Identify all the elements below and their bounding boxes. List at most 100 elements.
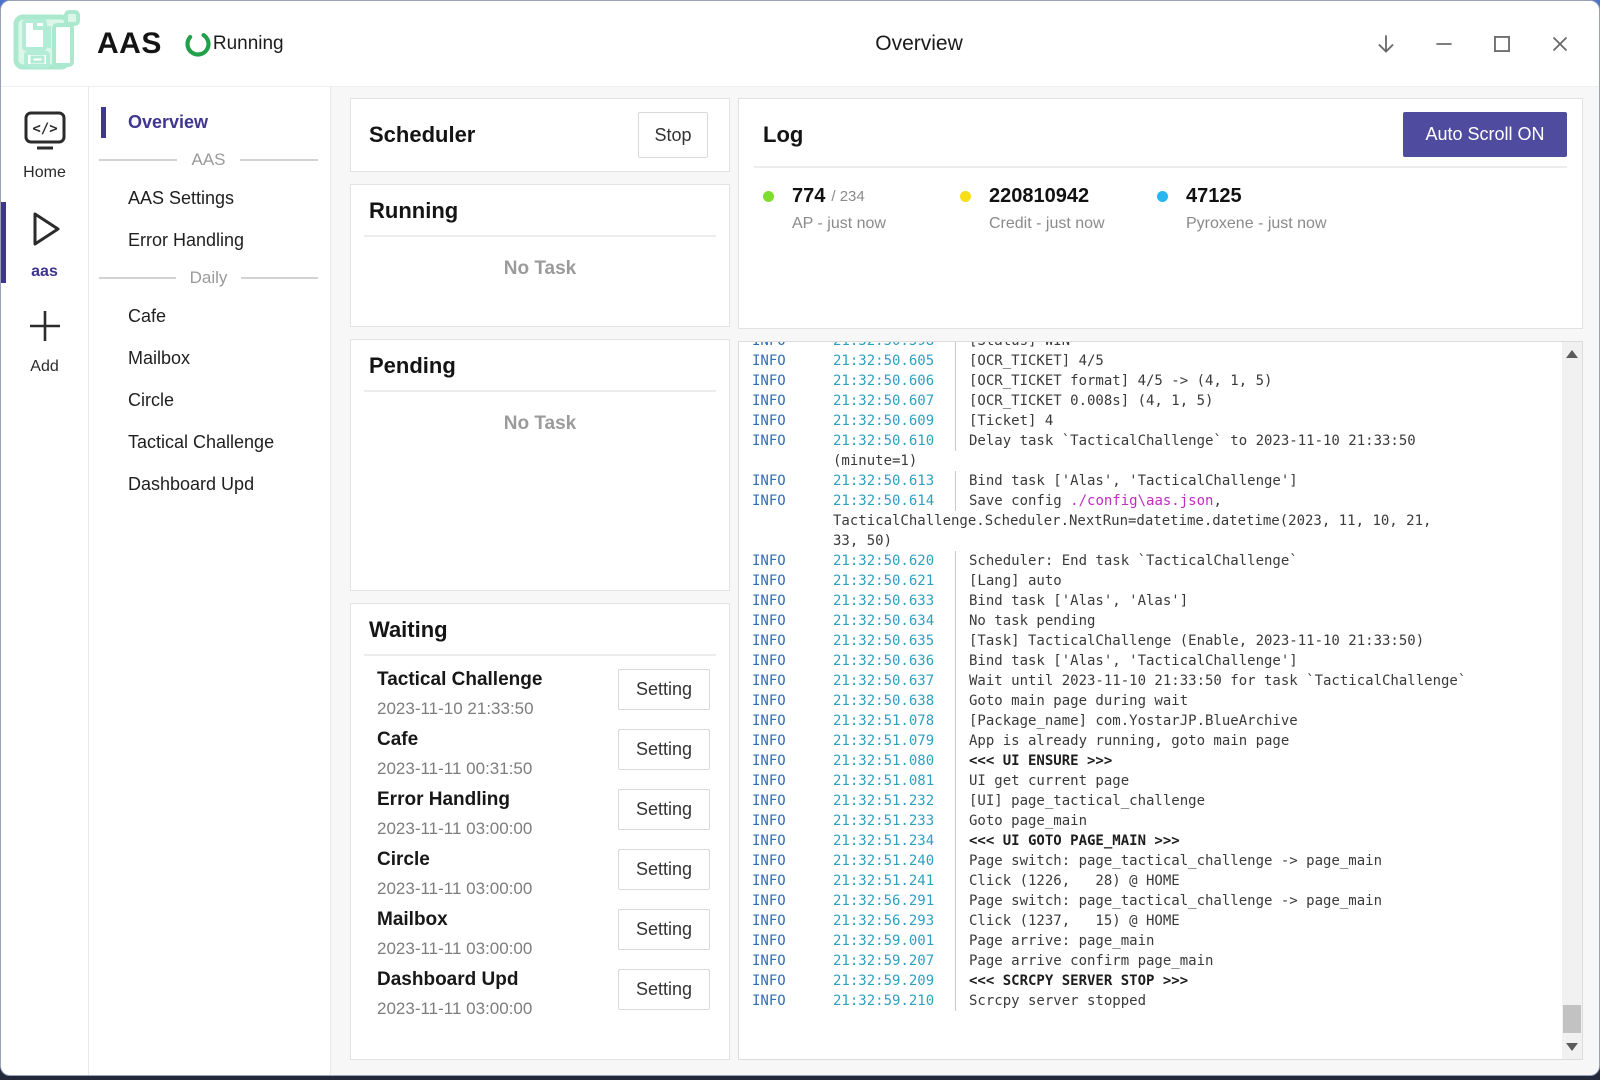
log-message: Page switch: page_tactical_challenge -> … bbox=[955, 851, 1560, 871]
app-window: AAS Running Overview bbox=[0, 0, 1600, 1076]
log-timestamp: 21:32:51.078 bbox=[833, 711, 955, 731]
log-level bbox=[752, 531, 833, 551]
task-setting-button[interactable]: Setting bbox=[618, 969, 710, 1010]
waiting-task-circle: Circle2023-11-11 03:00:00Setting bbox=[377, 849, 710, 899]
log-timestamp: 21:32:50.636 bbox=[833, 651, 955, 671]
divider-line bbox=[99, 277, 176, 279]
log-timestamp: 21:32:50.598 bbox=[833, 341, 955, 351]
pending-title: Pending bbox=[369, 353, 729, 379]
waiting-task-dashboard-upd: Dashboard Upd2023-11-11 03:00:00Setting bbox=[377, 969, 710, 1019]
log-line: INFO21:32:50.633Bind task ['Alas', 'Alas… bbox=[752, 591, 1560, 611]
log-timestamp: 21:32:50.635 bbox=[833, 631, 955, 651]
waiting-task-name: Cafe bbox=[377, 729, 532, 751]
download-arrow-icon[interactable] bbox=[1373, 31, 1399, 57]
waiting-task-error-handling: Error Handling2023-11-11 03:00:00Setting bbox=[377, 789, 710, 839]
running-title: Running bbox=[369, 198, 729, 224]
log-timestamp: 21:32:50.607 bbox=[833, 391, 955, 411]
log-message: <<< UI GOTO PAGE_MAIN >>> bbox=[955, 831, 1560, 851]
task-column: Scheduler Stop Running No Task Pending N… bbox=[350, 98, 730, 1060]
log-level: INFO bbox=[752, 491, 833, 511]
sidebar-item-tactical-challenge[interactable]: Tactical Challenge bbox=[89, 423, 330, 461]
task-setting-button[interactable]: Setting bbox=[618, 909, 710, 950]
sidebar-item-aas-settings[interactable]: AAS Settings bbox=[89, 179, 330, 217]
log-message: <<< SCRCPY SERVER STOP >>> bbox=[955, 971, 1560, 991]
log-level: INFO bbox=[752, 991, 833, 1011]
auto-scroll-toggle-button[interactable]: Auto Scroll ON bbox=[1403, 112, 1567, 157]
minimize-button[interactable] bbox=[1431, 31, 1457, 57]
title-bar: AAS Running Overview bbox=[1, 1, 1599, 87]
log-level bbox=[752, 511, 833, 531]
log-message: Click (1237, 15) @ HOME bbox=[955, 911, 1560, 931]
log-timestamp: 21:32:50.614 bbox=[833, 491, 955, 511]
sidebar-item-mailbox[interactable]: Mailbox bbox=[89, 339, 330, 377]
sidebar-item-cafe[interactable]: Cafe bbox=[89, 297, 330, 335]
nav-label: Home bbox=[23, 164, 66, 182]
running-card: Running No Task bbox=[350, 184, 730, 327]
log-line: INFO21:32:50.606[OCR_TICKET format] 4/5 … bbox=[752, 371, 1560, 391]
log-message: [Ticket] 4 bbox=[955, 411, 1560, 431]
divider bbox=[364, 390, 716, 392]
log-scrollbar[interactable] bbox=[1562, 342, 1582, 1059]
log-column: Log Auto Scroll ON 774/ 234AP - just now… bbox=[738, 98, 1583, 1060]
log-level: INFO bbox=[752, 631, 833, 651]
maximize-button[interactable] bbox=[1489, 31, 1515, 57]
active-indicator-bar bbox=[1, 202, 6, 283]
waiting-task-list: Tactical Challenge2023-11-10 21:33:50Set… bbox=[351, 656, 729, 1019]
log-timestamp: 21:32:50.605 bbox=[833, 351, 955, 371]
sidebar-item-circle[interactable]: Circle bbox=[89, 381, 330, 419]
log-message: Delay task `TacticalChallenge` to 2023-1… bbox=[955, 431, 1560, 451]
log-line: INFO21:32:56.291Page switch: page_tactic… bbox=[752, 891, 1560, 911]
log-message: TacticalChallenge.Scheduler.NextRun=date… bbox=[833, 511, 1560, 531]
stat-dot-icon bbox=[763, 191, 774, 202]
sidebar-section-label: Daily bbox=[190, 268, 228, 288]
close-button[interactable] bbox=[1547, 31, 1573, 57]
log-message: UI get current page bbox=[955, 771, 1560, 791]
waiting-task-next-run: 2023-11-10 21:33:50 bbox=[377, 699, 542, 719]
log-level: INFO bbox=[752, 791, 833, 811]
waiting-task-next-run: 2023-11-11 03:00:00 bbox=[377, 819, 532, 839]
log-timestamp: 21:32:51.232 bbox=[833, 791, 955, 811]
scroll-down-arrow-icon[interactable] bbox=[1566, 1043, 1578, 1051]
nav-item-aas[interactable]: aas bbox=[1, 196, 88, 289]
nav-label: aas bbox=[31, 263, 58, 281]
log-line: INFO21:32:59.207Page arrive confirm page… bbox=[752, 951, 1560, 971]
log-level: INFO bbox=[752, 831, 833, 851]
scrollbar-thumb[interactable] bbox=[1563, 1005, 1581, 1033]
task-setting-button[interactable]: Setting bbox=[618, 729, 710, 770]
divider bbox=[364, 235, 716, 237]
waiting-card: Waiting Tactical Challenge2023-11-10 21:… bbox=[350, 603, 730, 1060]
nav-item-add[interactable]: Add bbox=[1, 295, 88, 384]
waiting-task-mailbox: Mailbox2023-11-11 03:00:00Setting bbox=[377, 909, 710, 959]
log-message: Page switch: page_tactical_challenge -> … bbox=[955, 891, 1560, 911]
sidebar-item-label: Tactical Challenge bbox=[128, 432, 274, 452]
log-card: Log Auto Scroll ON 774/ 234AP - just now… bbox=[738, 98, 1583, 329]
nav-item-home[interactable]: </> Home bbox=[1, 99, 88, 190]
log-level: INFO bbox=[752, 931, 833, 951]
sidebar-item-dashboard-upd[interactable]: Dashboard Upd bbox=[89, 465, 330, 503]
waiting-task-cafe: Cafe2023-11-11 00:31:50Setting bbox=[377, 729, 710, 779]
log-line: INFO21:32:50.621[Lang] auto bbox=[752, 571, 1560, 591]
log-level: INFO bbox=[752, 611, 833, 631]
scheduler-stop-button[interactable]: Stop bbox=[638, 112, 708, 158]
log-lines: INFO21:32:50.598[Status] WININFO21:32:50… bbox=[739, 341, 1560, 1011]
task-setting-button[interactable]: Setting bbox=[618, 669, 710, 710]
log-level: INFO bbox=[752, 951, 833, 971]
stat-top-row: 220810942 bbox=[960, 185, 1157, 208]
log-title: Log bbox=[763, 122, 803, 148]
sidebar-item-label: Circle bbox=[128, 390, 174, 410]
running-spinner-icon bbox=[184, 30, 212, 58]
scroll-up-arrow-icon[interactable] bbox=[1566, 350, 1578, 358]
active-indicator-bar bbox=[101, 107, 106, 138]
waiting-task-name: Dashboard Upd bbox=[377, 969, 532, 991]
log-timestamp: 21:32:51.234 bbox=[833, 831, 955, 851]
sidebar-item-overview[interactable]: Overview bbox=[89, 103, 330, 141]
log-level: INFO bbox=[752, 551, 833, 571]
log-timestamp: 21:32:59.209 bbox=[833, 971, 955, 991]
waiting-task-next-run: 2023-11-11 03:00:00 bbox=[377, 879, 532, 899]
sidebar-item-error-handling[interactable]: Error Handling bbox=[89, 221, 330, 259]
log-message: Bind task ['Alas', 'TacticalChallenge'] bbox=[955, 651, 1560, 671]
task-setting-button[interactable]: Setting bbox=[618, 849, 710, 890]
resource-stat-ap: 774/ 234AP - just now bbox=[763, 185, 960, 233]
task-setting-button[interactable]: Setting bbox=[618, 789, 710, 830]
log-line: INFO21:32:50.638Goto main page during wa… bbox=[752, 691, 1560, 711]
